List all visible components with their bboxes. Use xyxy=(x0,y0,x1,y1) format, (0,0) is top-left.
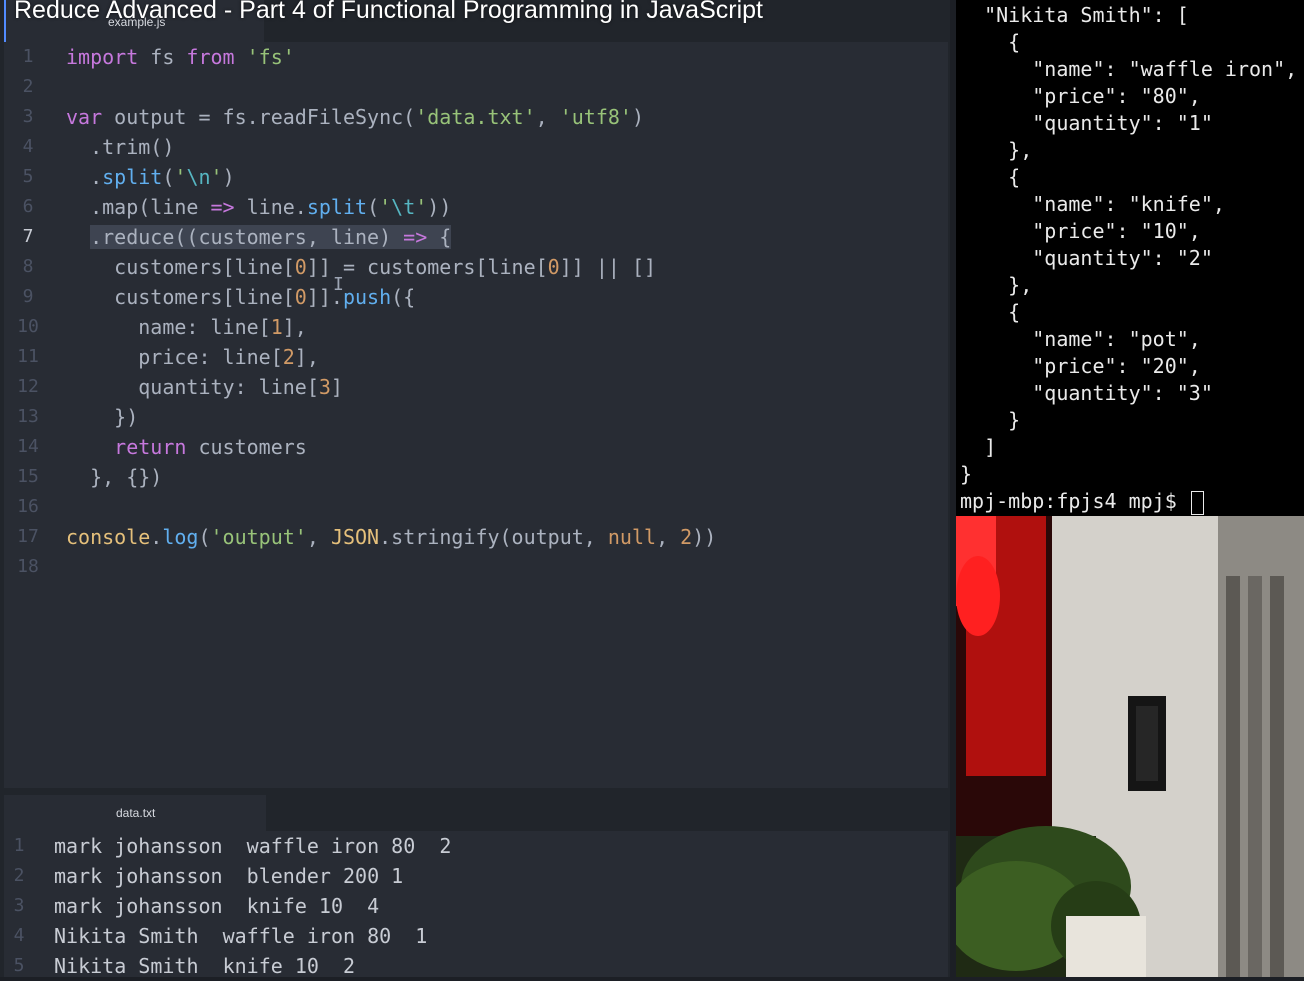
terminal-output-line: } xyxy=(960,408,1021,432)
terminal[interactable]: mpj-mbp:fpjs4 mpj$ "Nikita Smith": [ { "… xyxy=(956,0,1304,516)
line-number: 7 xyxy=(22,226,34,247)
code-line[interactable]: 16 xyxy=(4,492,948,522)
code-line[interactable]: 13 }) xyxy=(4,402,948,432)
code-line[interactable]: 8 customers[line[0]] = customers[line[0]… xyxy=(4,252,948,282)
prompt-text: mpj-mbp:fpjs4 mpj$ xyxy=(960,489,1189,513)
line-number: 1 xyxy=(22,46,34,67)
terminal-prompt: mpj-mbp:fpjs4 mpj$ xyxy=(960,488,1204,515)
code-text: .map(line => line.split('\t')) xyxy=(66,195,452,219)
data-text: mark johansson blender 200 1 xyxy=(54,864,404,888)
line-number: 5 xyxy=(22,166,34,187)
code-line[interactable]: 4 .trim() xyxy=(4,132,948,162)
tab-label: data.txt xyxy=(116,806,156,820)
terminal-output-line: }, xyxy=(960,273,1033,297)
webcam-scene xyxy=(956,516,1304,977)
code-text: quantity: line[3] xyxy=(66,375,343,399)
terminal-output-line: "price": "20", xyxy=(960,354,1201,378)
terminal-output-line: "quantity": "2" xyxy=(960,246,1213,270)
terminal-output-line: "name": "pot", xyxy=(960,327,1201,351)
code-line[interactable]: 10 name: line[1], xyxy=(4,312,948,342)
terminal-output-line: { xyxy=(960,30,1021,54)
code-line[interactable]: 9 customers[line[0]].push({ xyxy=(4,282,948,312)
code-text: return customers xyxy=(114,435,307,459)
line-number: 1 xyxy=(13,835,25,856)
terminal-output-line: "quantity": "1" xyxy=(960,111,1213,135)
code-line[interactable]: 11 price: line[2], xyxy=(4,342,948,372)
terminal-output-line: "price": "80", xyxy=(960,84,1201,108)
code-line[interactable]: 3 var output = fs.readFileSync('data.txt'… xyxy=(4,102,948,132)
terminal-output-line: "name": "waffle iron", xyxy=(960,57,1298,81)
code-pane[interactable]: 1 import fs from 'fs' 2 3 var output = fs.re… xyxy=(4,42,948,788)
code-line[interactable]: 12 quantity: line[3] xyxy=(4,372,948,402)
terminal-output-line: "price": "10", xyxy=(960,219,1201,243)
data-text: Nikita Smith waffle iron 80 1 xyxy=(54,924,428,948)
line-number: 18 xyxy=(17,556,39,577)
code-text: name: line[1], xyxy=(66,315,307,339)
tab-data-txt[interactable]: data.txt xyxy=(4,795,266,831)
line-number: 17 xyxy=(17,526,39,547)
line-number: 14 xyxy=(17,436,39,457)
code-text: price: line[2], xyxy=(66,345,319,369)
data-pane[interactable]: 1 mark johansson waffle iron 80 2 2 mark jo… xyxy=(4,831,948,978)
line-number: 3 xyxy=(13,895,25,916)
terminal-output-line: "Nikita Smith": [ xyxy=(960,3,1189,27)
data-text: mark johansson waffle iron 80 2 xyxy=(54,834,452,858)
terminal-output-line: "quantity": "3" xyxy=(960,381,1213,405)
data-text: mark johansson knife 10 4 xyxy=(54,894,380,918)
line-number: 10 xyxy=(17,316,39,337)
code-text: }, {}) xyxy=(66,465,163,489)
line-number: 8 xyxy=(22,256,34,277)
code-text: .trim() xyxy=(66,135,175,159)
line-number: 2 xyxy=(13,865,25,886)
line-number: 4 xyxy=(22,136,34,157)
terminal-output-line: { xyxy=(960,300,1021,324)
terminal-output-line: } xyxy=(960,462,973,486)
code-line[interactable]: 1 import fs from 'fs' xyxy=(4,42,948,72)
text-cursor-icon: I xyxy=(333,274,344,295)
code-line[interactable]: 2 xyxy=(4,72,948,102)
line-number: 3 xyxy=(22,106,34,127)
terminal-cursor xyxy=(1190,490,1204,515)
code-line[interactable]: 18 xyxy=(4,552,948,582)
line-number: 13 xyxy=(17,406,39,427)
bottom-tab-bar: data.txt xyxy=(0,795,950,831)
code-text: customers[line[0]].push({ xyxy=(66,285,416,309)
line-number: 9 xyxy=(22,286,34,307)
code-line[interactable]: 5 .split('\n') xyxy=(4,162,948,192)
terminal-output-line: { xyxy=(960,165,1021,189)
terminal-output-line: "name": "knife", xyxy=(960,192,1225,216)
line-number: 2 xyxy=(22,76,34,97)
webcam-video xyxy=(956,516,1304,977)
code-line[interactable]: 14 return customers xyxy=(4,432,948,462)
video-title: Reduce Advanced - Part 4 of Functional P… xyxy=(14,0,763,24)
line-number: 16 xyxy=(17,496,39,517)
code-text: }) xyxy=(66,405,139,429)
code-text: .split('\n') xyxy=(66,165,235,189)
line-number: 15 xyxy=(17,466,39,487)
code-text: var output = fs.readFileSync('data.txt',… xyxy=(66,105,645,129)
terminal-output-line: }, xyxy=(960,138,1033,162)
terminal-output-line: ] xyxy=(960,435,997,459)
code-line[interactable]: 7 .reduce((customers, line) => { xyxy=(4,222,948,252)
code-text: customers[line[0]] = customers[line[0]] … xyxy=(66,255,657,279)
code-editor: example.js 1 import fs from 'fs' 2 3 var out… xyxy=(0,0,950,978)
code-line[interactable]: 15 }, {}) xyxy=(4,462,948,492)
line-number: 4 xyxy=(13,925,25,946)
code-text: import fs from 'fs' xyxy=(66,45,295,69)
code-line[interactable]: 17 console.log('output', JSON.stringify(o… xyxy=(4,522,948,552)
code-line[interactable]: 6 .map(line => line.split('\t')) xyxy=(4,192,948,222)
line-number: 11 xyxy=(17,346,39,367)
code-text: .reduce((customers, line) => { xyxy=(90,225,452,249)
code-text: console.log('output', JSON.stringify(out… xyxy=(66,525,717,549)
line-number: 6 xyxy=(22,196,34,217)
line-number: 12 xyxy=(17,376,39,397)
